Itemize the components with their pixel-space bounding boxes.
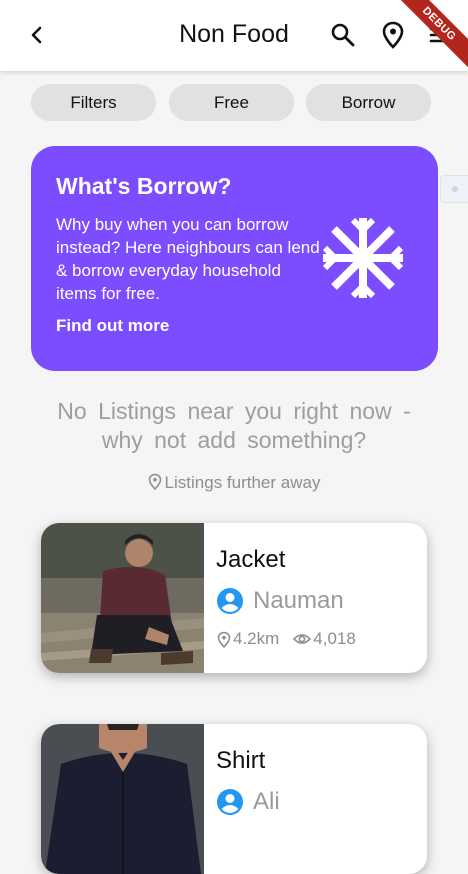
promo-title: What's Borrow? bbox=[56, 173, 232, 199]
promo-body: Why buy when you can borrow instead? Her… bbox=[56, 215, 320, 303]
eye-icon bbox=[293, 634, 312, 644]
app-bar: Non Food DEBUG bbox=[0, 0, 468, 71]
owner-name: Ali bbox=[253, 788, 280, 815]
further-link-label: Listings further away bbox=[164, 473, 321, 492]
filters-chip[interactable]: Filters bbox=[31, 84, 156, 121]
owner-name: Nauman bbox=[253, 587, 344, 614]
location-pin-icon bbox=[217, 631, 231, 648]
scroll-handle[interactable] bbox=[440, 175, 468, 203]
listing-title: Shirt bbox=[216, 747, 266, 774]
snowflake-icon bbox=[322, 217, 404, 299]
listing-meta: 4.2km 4,018 bbox=[217, 629, 356, 649]
listing-card[interactable]: Shirt Ali bbox=[41, 724, 427, 874]
listing-photo bbox=[41, 523, 204, 673]
listing-owner: Ali bbox=[216, 788, 280, 816]
listing-photo bbox=[41, 724, 204, 874]
free-chip[interactable]: Free bbox=[169, 84, 294, 121]
views-count: 4,018 bbox=[313, 629, 356, 648]
listing-distance: 4.2km bbox=[233, 629, 280, 648]
borrow-promo-card: What's Borrow? Why buy when you can borr… bbox=[31, 146, 438, 371]
empty-state-message: No Listings near you right now - why not… bbox=[57, 398, 411, 453]
listing-title: Jacket bbox=[216, 546, 286, 573]
find-out-more-link[interactable]: Find out more bbox=[56, 316, 169, 336]
account-avatar-icon bbox=[217, 588, 243, 614]
listing-views: 4,018 bbox=[293, 629, 356, 649]
account-avatar-icon bbox=[217, 789, 243, 815]
listings-further-away-link[interactable]: Listings further away bbox=[0, 473, 468, 493]
location-pin-icon[interactable] bbox=[378, 20, 408, 50]
listing-card[interactable]: Jacket Nauman 4.2km 4,018 bbox=[41, 523, 427, 673]
listing-owner: Nauman bbox=[216, 587, 344, 615]
borrow-chip[interactable]: Borrow bbox=[306, 84, 431, 121]
location-pin-icon bbox=[148, 473, 161, 491]
filter-chips: Filters Free Borrow bbox=[31, 84, 431, 121]
search-icon[interactable] bbox=[328, 20, 358, 50]
